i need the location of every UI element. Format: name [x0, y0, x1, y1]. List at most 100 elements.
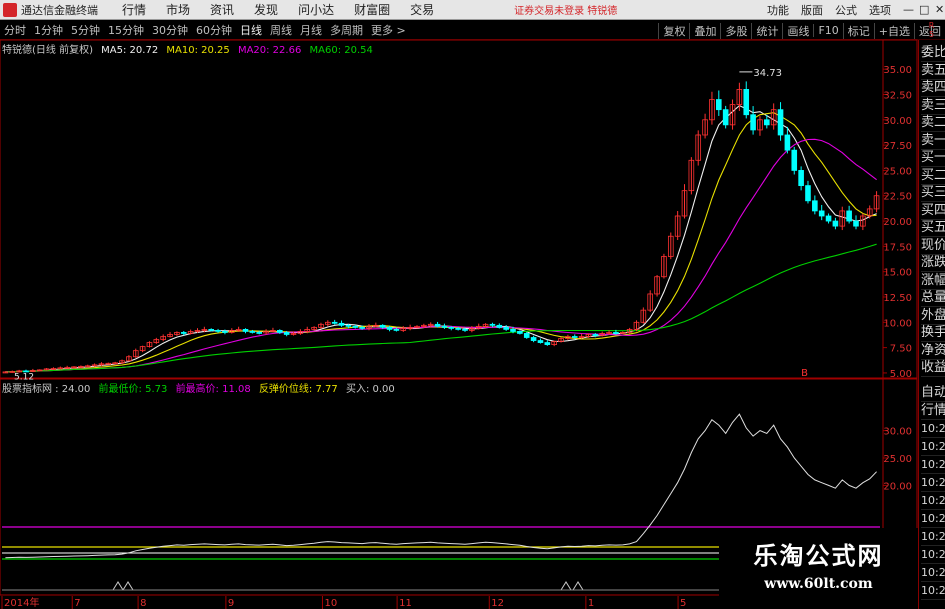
- candle-body: [208, 328, 215, 331]
- side-label[interactable]: 卖五: [921, 62, 945, 80]
- legend-prev-low: 前最低价: 5.73: [98, 384, 168, 395]
- y-tick-label: 15.00: [883, 268, 912, 279]
- ma5-line: [5, 104, 877, 373]
- candle-body: [777, 109, 784, 136]
- side-label[interactable]: 买四: [921, 202, 945, 220]
- ma20-line: [5, 138, 877, 373]
- side-time-label: 10:26: [921, 582, 945, 600]
- side-label[interactable]: 换手: [921, 324, 945, 342]
- side-time-label: 10:26: [921, 420, 945, 438]
- sub-y-tick-label: 25.00: [883, 454, 912, 465]
- y-tick-label: 27.50: [883, 141, 912, 152]
- kline-chart[interactable]: 35.00 32.50 30.00 27.50 25.00 22.50 20.00 17.50…: [0, 0, 945, 609]
- candle-body: [242, 328, 249, 332]
- high-price-label: 34.73: [753, 68, 782, 79]
- candle-body: [352, 325, 359, 328]
- candle-body: [537, 340, 544, 343]
- side-time-label: 10:26: [921, 438, 945, 456]
- y-tick-label: 10.00: [883, 318, 912, 329]
- x-tick-label: 11: [399, 598, 412, 609]
- site-watermark: 乐淘公式网 www.60lt.com: [719, 528, 918, 609]
- side-label[interactable]: 买五: [921, 219, 945, 237]
- ma10-line: [5, 112, 877, 373]
- candle-body: [441, 325, 448, 328]
- buy-marker: [560, 581, 572, 591]
- candle-body: [462, 328, 468, 331]
- side-label[interactable]: 卖二: [921, 114, 945, 132]
- candle-body: [249, 331, 256, 333]
- legend-ma60: MA60: 20.54: [309, 45, 373, 56]
- side-time-label: 10:26: [921, 546, 945, 564]
- side-label[interactable]: 外盘: [921, 307, 945, 325]
- side-time-label: 10:26: [921, 492, 945, 510]
- sub-y-tick-label: 30.00: [883, 427, 912, 438]
- y-tick-label: 7.50: [890, 344, 912, 355]
- sub-y-tick-label: 20.00: [883, 481, 912, 492]
- candle-body: [784, 134, 791, 151]
- main-legend: 特锐德(日线 前复权) MA5: 20.72 MA10: 20.25 MA20:…: [2, 41, 378, 56]
- side-label[interactable]: 涨幅: [921, 272, 945, 290]
- candle-body: [379, 324, 386, 328]
- buy-marker: [572, 581, 584, 591]
- candle-body: [764, 119, 770, 126]
- side-label[interactable]: 卖三: [921, 97, 945, 115]
- candle-body: [805, 185, 811, 202]
- x-tick-label: 2014年: [4, 596, 39, 609]
- side-label[interactable]: 买三: [921, 184, 945, 202]
- moving-average-lines: [5, 104, 877, 373]
- candle-body: [359, 326, 365, 329]
- side-label[interactable]: 卖一: [921, 132, 945, 150]
- legend-indicator: 股票指标网 : 24.00: [2, 384, 91, 395]
- side-label[interactable]: 净资: [921, 342, 945, 360]
- y-tick-label: 32.50: [883, 90, 912, 101]
- side-label[interactable]: 总量: [921, 289, 945, 307]
- side-label[interactable]: 委比: [921, 44, 945, 62]
- candle-body: [455, 327, 461, 330]
- side-time-label: 10:26: [921, 564, 945, 582]
- candle-body: [818, 210, 825, 217]
- candlesticks: [2, 81, 880, 374]
- candle-body: [496, 324, 503, 328]
- side-label[interactable]: 涨跌: [921, 254, 945, 272]
- side-label[interactable]: 卖四: [921, 79, 945, 97]
- y-tick-label: 22.50: [883, 192, 912, 203]
- y-tick-label: 12.50: [883, 293, 912, 304]
- candle-body: [331, 321, 338, 324]
- side-time-label: 10:26: [921, 456, 945, 474]
- watermark-url: www.60lt.com: [764, 576, 873, 592]
- legend-buy: 买入: 0.00: [345, 384, 395, 395]
- legend-ma5: MA5: 20.72: [101, 45, 159, 56]
- side-label[interactable]: 收益: [921, 359, 945, 377]
- candle-body: [256, 332, 263, 334]
- side-label[interactable]: 买一: [921, 149, 945, 167]
- candle-body: [222, 331, 228, 333]
- candle-body: [510, 328, 516, 332]
- candle-body: [283, 332, 290, 335]
- legend-ma20: MA20: 22.66: [237, 45, 302, 56]
- side-label[interactable]: 现价: [921, 237, 945, 255]
- candle-body: [544, 342, 551, 345]
- side-time-label: 行情: [921, 403, 945, 420]
- candle-body: [571, 336, 578, 338]
- candle-body: [791, 149, 798, 171]
- x-tick-label: 5: [680, 598, 686, 609]
- x-tick-label: 8: [140, 598, 146, 609]
- candle-body: [489, 323, 496, 326]
- sub-legend: 股票指标网 : 24.00 前最低价: 5.73 前最高价: 11.08 反弹价…: [2, 380, 400, 395]
- legend-rebound: 反弹价位线: 7.77: [258, 384, 338, 395]
- y-tick-label: 20.00: [883, 217, 912, 228]
- buy-marker: [112, 581, 124, 591]
- side-label[interactable]: 买二: [921, 167, 945, 185]
- side-time-label: 自动: [921, 385, 945, 402]
- candle-body: [345, 324, 352, 327]
- y-tick-label: 17.50: [883, 242, 912, 253]
- y-tick-label: 30.00: [883, 116, 912, 127]
- buy-marker: [122, 581, 134, 591]
- watermark-title: 乐淘公式网: [753, 541, 884, 570]
- x-tick-label: 12: [491, 598, 504, 609]
- x-tick-label: 10: [324, 598, 337, 609]
- candle-body: [798, 170, 804, 187]
- candle-body: [846, 210, 852, 222]
- y-tick-label: 35.00: [883, 65, 912, 76]
- quote-side-panel: 委比 卖五 卖四 卖三 卖二 卖一 买一 买二 买三 买四 买五 现价 涨跌 涨幅 总量 外盘 换手 净资 收益自动…: [918, 40, 945, 609]
